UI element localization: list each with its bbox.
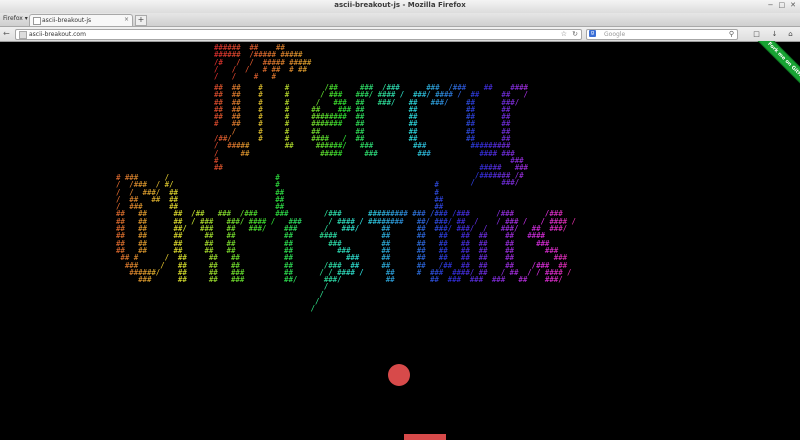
maximize-icon[interactable]: □ <box>779 1 786 9</box>
paddle[interactable] <box>404 434 446 440</box>
ascii-title-art: ###### ## ## ###### /##### ##### /# / / … <box>214 43 312 82</box>
window-controls: − □ ✕ <box>768 1 796 9</box>
home-icon[interactable]: ⌂ <box>786 30 795 38</box>
tab-title: ascii-breakout-js <box>42 17 92 24</box>
game-canvas[interactable]: ###### ## ## ###### /##### ##### /# / / … <box>0 42 800 440</box>
new-tab-button[interactable]: + <box>135 15 147 26</box>
back-arrow-icon[interactable]: ← <box>3 29 10 38</box>
navigation-toolbar: ← ascii-breakout.com ☆ ↻ g Google ⚲ □ ↓ … <box>0 27 800 42</box>
github-ribbon[interactable]: Fork me on GitHub <box>740 41 800 101</box>
reload-icon[interactable]: ↻ <box>572 30 578 38</box>
firefox-menu-label: Firefox <box>3 15 23 22</box>
search-placeholder: Google <box>604 31 626 38</box>
window-title: ascii-breakout-js - Mozilla Firefox <box>334 1 466 9</box>
site-identity-icon[interactable] <box>19 31 27 39</box>
search-engine-icon[interactable]: g <box>589 30 596 37</box>
chevron-down-icon: ▾ <box>24 15 28 22</box>
firefox-menu-button[interactable]: Firefox ▾ <box>3 15 28 22</box>
page-favicon-icon <box>33 17 41 25</box>
close-icon[interactable]: ✕ <box>790 1 796 9</box>
breakout-title-bottom: # ### / # / /### / #/ # # / / ###/ ## ##… <box>116 173 576 314</box>
search-magnifier-icon[interactable]: ⚲ <box>729 30 734 38</box>
url-bar[interactable]: ascii-breakout.com ☆ ↻ <box>15 29 582 40</box>
ball <box>388 364 410 386</box>
window-titlebar: ascii-breakout-js - Mozilla Firefox − □ … <box>0 0 800 14</box>
tab-strip: Firefox ▾ ascii-breakout-js × + <box>0 13 800 27</box>
url-text: ascii-breakout.com <box>29 31 86 38</box>
download-arrow-icon[interactable]: ↓ <box>770 30 779 38</box>
breakout-title-top: ## ## # # /## ### /### ### /### ## #### … <box>214 83 528 187</box>
bookmarks-icon[interactable]: □ <box>752 30 761 38</box>
tab-active[interactable]: ascii-breakout-js × <box>29 14 133 26</box>
tab-close-icon[interactable]: × <box>124 16 129 23</box>
fork-on-github-ribbon[interactable]: Fork me on GitHub <box>751 41 800 98</box>
search-bar[interactable]: g Google ⚲ <box>586 29 738 40</box>
bookmark-star-icon[interactable]: ☆ <box>561 30 567 38</box>
minimize-icon[interactable]: − <box>768 1 774 9</box>
